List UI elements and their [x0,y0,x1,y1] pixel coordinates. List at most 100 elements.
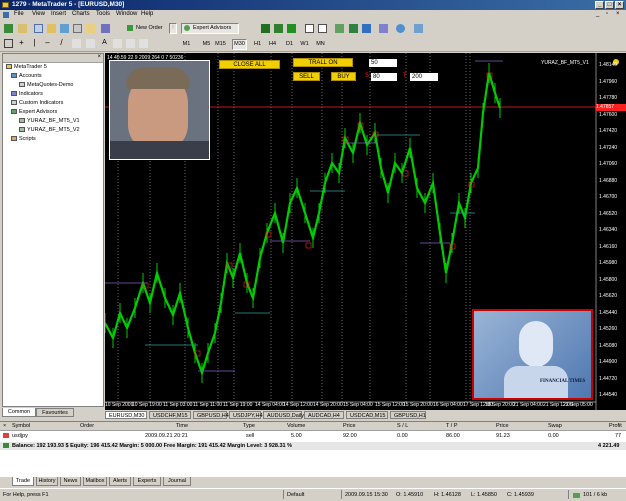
timeframe-mn-button[interactable]: MN [313,39,328,50]
chart-tab[interactable]: USDCHF,M15 [149,411,191,419]
text-label-icon[interactable] [113,39,122,48]
col-profit[interactable]: Profit [609,423,622,429]
terminal-tab-alerts[interactable]: Alerts [109,477,131,486]
menu-tools[interactable]: Tools [96,11,110,17]
timeframe-m5-button[interactable]: M5 [199,39,214,50]
vertical-line-icon[interactable]: | [30,39,39,48]
nav-accounts[interactable]: Accounts [11,73,42,79]
horizontal-line-icon[interactable]: – [43,39,52,48]
periods-icon[interactable] [396,24,405,33]
terminal-tab-mailbox[interactable]: Mailbox [83,477,107,486]
close-all-button[interactable]: CLOSE ALL [219,60,280,69]
navigator-close-icon[interactable]: × [97,54,101,60]
cursor-icon[interactable] [4,39,13,48]
terminal-tab-journal[interactable]: Journal [163,477,191,486]
col-order[interactable]: Order [80,423,94,429]
tile-windows-icon[interactable] [335,24,344,33]
menu-view[interactable]: View [32,11,45,17]
trall-on-button[interactable]: TRALL ON [293,58,353,67]
data-window-icon[interactable] [47,24,56,33]
terminal-icon[interactable] [73,24,82,33]
timeframe-h4-button[interactable]: H4 [265,39,280,50]
chart-tab[interactable]: EURUSD,M30 [105,411,147,419]
col-price[interactable]: Price [343,423,356,429]
trendline-icon[interactable]: / [57,39,66,48]
metaeditor-icon[interactable] [101,24,110,33]
nav-ea-yuraz-v2[interactable]: YURAZ_BF_MT5_V2 [19,127,80,133]
menu-charts[interactable]: Charts [72,11,90,17]
indicators-icon[interactable] [379,24,388,33]
chart-tab[interactable]: GBPUSD,H1 [390,411,426,419]
zoom-out-icon[interactable] [318,24,327,33]
terminal-tab-trade[interactable]: Trade [12,477,34,486]
trall-value-input[interactable]: 50 [369,59,397,67]
navigator-icon[interactable] [60,24,69,33]
col-volume[interactable]: Volume [287,423,305,429]
timeframe-w1-button[interactable]: W1 [297,39,312,50]
minimize-button[interactable]: _ [595,1,604,9]
menu-window[interactable]: Window [116,11,137,17]
market-watch-icon[interactable] [34,24,43,33]
maximize-button[interactable]: □ [605,1,614,9]
fibonacci-icon[interactable] [86,39,95,48]
new-chart-icon[interactable] [4,24,13,33]
doc-minimize-button[interactable]: _ [596,11,599,17]
tab-favourites[interactable]: Favourites [36,408,74,417]
menu-help[interactable]: Help [141,11,153,17]
tp-input[interactable]: 200 [410,73,438,81]
chart-tab[interactable]: USDCAD,M15 [346,411,388,419]
col-swap[interactable]: Swap [548,423,562,429]
terminal-tab-history[interactable]: History [36,477,58,486]
chart-tab[interactable]: AUDUSD,Daily [263,411,304,419]
timeframe-m15-button[interactable]: M15 [213,39,228,50]
nav-root[interactable]: MetaTrader 5 [6,64,47,70]
chart-tab[interactable]: AUDCAD,H4 [304,411,344,419]
channel-icon[interactable] [72,39,81,48]
nav-indicators[interactable]: Indicators [11,91,43,97]
nav-account-metaquotes-demo[interactable]: MetaQuotes-Demo [19,82,73,88]
timeframe-h1-button[interactable]: H1 [250,39,265,50]
nav-custom-indicators[interactable]: Custom Indicators [11,100,63,106]
strategy-tester-icon[interactable] [86,24,95,33]
chart-tab[interactable]: GBPUSD,H4 [193,411,229,419]
terminal-tab-news[interactable]: News [60,477,81,486]
col-time[interactable]: Time [176,423,188,429]
doc-restore-button[interactable]: ▫ [606,11,608,17]
tab-common[interactable]: Common [2,408,36,417]
nav-scripts[interactable]: Scripts [11,136,36,142]
col-symbol[interactable]: Symbol [12,423,30,429]
chart-shift-icon[interactable] [362,24,371,33]
line-chart-icon[interactable] [287,24,296,33]
nav-ea-yuraz-v1[interactable]: YURAZ_BF_MT5_V1 [19,118,80,124]
col-tp[interactable]: T / P [446,423,458,429]
crosshair-icon[interactable]: + [17,39,26,48]
menu-file[interactable]: File [14,11,24,17]
buy-button[interactable]: BUY [331,72,356,81]
nav-expert-advisors[interactable]: Expert Advisors [11,109,57,115]
timeframe-d1-button[interactable]: D1 [282,39,297,50]
col-price-current[interactable]: Price [496,423,509,429]
timeframe-m30-button[interactable]: M30 [232,39,247,50]
autotrading-warning-icon[interactable]: ! [169,23,177,34]
zoom-in-icon[interactable] [305,24,314,33]
terminal-tab-experts[interactable]: Experts [133,477,161,486]
doc-close-button[interactable]: × [616,11,620,17]
chart-window[interactable]: 14 40.59 22 9 2009 264 0 7 50236 YURAZ_B… [105,53,626,410]
bar-chart-icon[interactable] [261,24,270,33]
sl-input[interactable]: 80 [371,73,397,81]
templates-icon[interactable] [414,24,423,33]
menu-insert[interactable]: Insert [51,11,66,17]
chart-tab[interactable]: USDJPY,H4 [229,411,263,419]
text-icon[interactable]: A [100,39,109,48]
candlestick-icon[interactable] [274,24,283,33]
col-type[interactable]: Type [243,423,255,429]
open-profile-icon[interactable] [18,24,27,33]
col-sl[interactable]: S / L [397,423,408,429]
table-row[interactable]: usdjpy 2009.09.21 20:21 sell 5.00 92.00 … [0,432,626,440]
terminal-close-icon[interactable]: × [3,423,6,429]
sell-button[interactable]: SELL [293,72,320,81]
autoscroll-icon[interactable] [349,24,358,33]
close-window-button[interactable]: × [615,1,624,9]
arrows-icon[interactable] [139,39,148,48]
new-order-button[interactable]: New Order [124,23,166,34]
